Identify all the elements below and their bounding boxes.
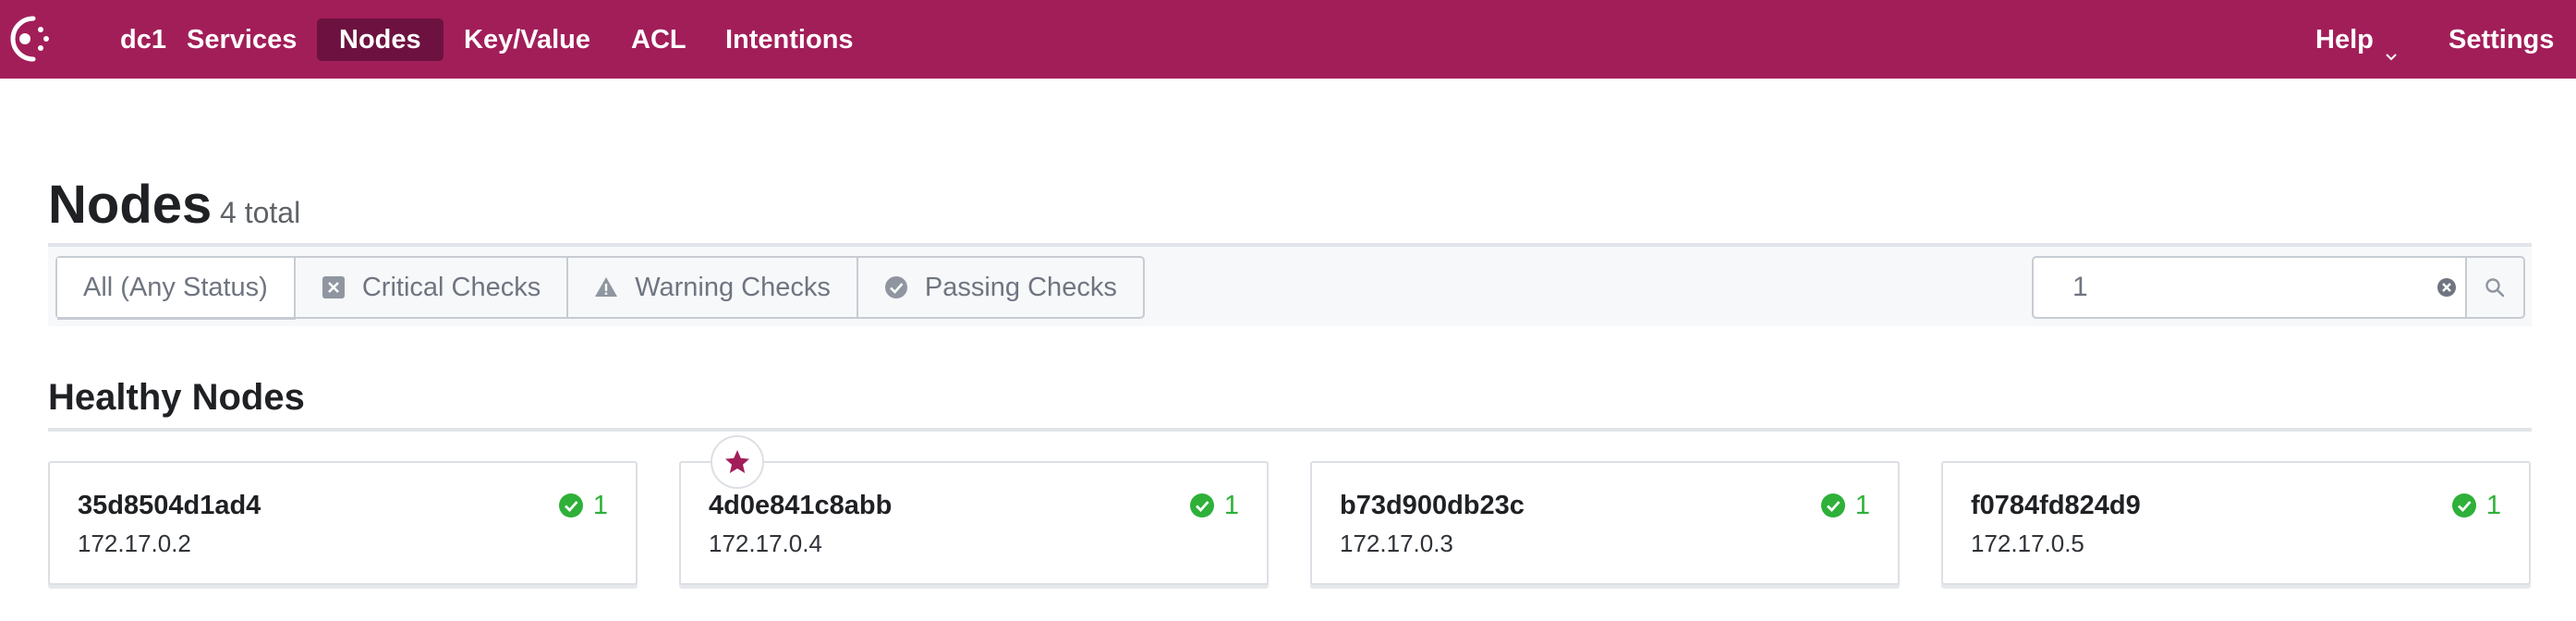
filter-all-status[interactable]: All (Any Status) [57,258,296,317]
node-card[interactable]: 4d0e841c8abb 172.17.0.4 1 [679,435,1269,585]
help-menu[interactable]: Help [2293,18,2420,61]
passing-check-icon [1820,493,1845,518]
node-address: 172.17.0.4 [709,530,822,557]
filter-label: Critical Checks [361,273,541,302]
nav-nodes[interactable]: Nodes [317,18,444,61]
passing-checks-count: 1 [1189,489,1239,522]
clear-search-button[interactable] [2429,258,2465,317]
passing-check-icon [1189,493,1214,518]
filter-critical-checks[interactable]: Critical Checks [296,258,569,317]
filter-passing-checks[interactable]: Passing Checks [858,258,1143,317]
nav-services[interactable]: Services [164,18,319,61]
node-count: 4 total [220,196,301,229]
node-name: f0784fd824d9 [1971,491,2141,520]
critical-x-icon [322,276,345,298]
filter-label: All (Any Status) [83,273,268,302]
consul-logo-icon[interactable] [0,9,59,68]
node-address: 172.17.0.2 [78,530,191,557]
chevron-down-icon [2385,34,2398,61]
passing-check-icon [2451,493,2476,518]
passing-check-icon [884,276,907,298]
search-box [2032,256,2525,319]
passing-count: 1 [1223,490,1239,520]
passing-checks-count: 1 [2451,489,2501,522]
nav-acl[interactable]: ACL [609,18,709,61]
warning-triangle-icon [595,277,618,297]
passing-check-icon [558,493,583,518]
divider [48,428,2532,432]
nav-intentions[interactable]: Intentions [703,18,876,61]
passing-count: 1 [592,490,608,520]
search-icon [2485,278,2505,298]
passing-count: 1 [1854,490,1870,520]
node-name: b73d900db23c [1340,491,1525,520]
filter-label: Warning Checks [635,273,831,302]
passing-checks-count: 1 [558,489,608,522]
search-button[interactable] [2464,258,2523,317]
passing-checks-count: 1 [1820,489,1870,522]
passing-count: 1 [2485,490,2501,520]
section-title: Healthy Nodes [48,377,305,418]
node-address: 172.17.0.3 [1340,530,1453,557]
node-address: 172.17.0.5 [1971,530,2084,557]
star-icon [725,450,749,473]
nav-settings[interactable]: Settings [2426,18,2576,61]
filter-warning-checks[interactable]: Warning Checks [568,258,858,317]
top-navigation: dc1 Services Nodes Key/Value ACL Intenti… [0,0,2576,79]
node-card[interactable]: 35d8504d1ad4 172.17.0.2 1 [48,461,638,585]
node-name: 4d0e841c8abb [709,491,893,520]
node-card[interactable]: b73d900db23c 172.17.0.3 1 [1310,461,1900,585]
search-input[interactable] [2034,258,2429,317]
node-card[interactable]: f0784fd824d9 172.17.0.5 1 [1941,461,2531,585]
node-name: 35d8504d1ad4 [78,491,261,520]
leader-badge [711,435,764,489]
nav-key-value[interactable]: Key/Value [442,18,613,61]
status-filter-tabs: All (Any Status) Critical Checks Warning… [55,256,1145,319]
page-title: Nodes [48,175,213,235]
filter-label: Passing Checks [924,273,1117,302]
help-label: Help [2315,25,2374,55]
close-icon [2437,278,2457,297]
